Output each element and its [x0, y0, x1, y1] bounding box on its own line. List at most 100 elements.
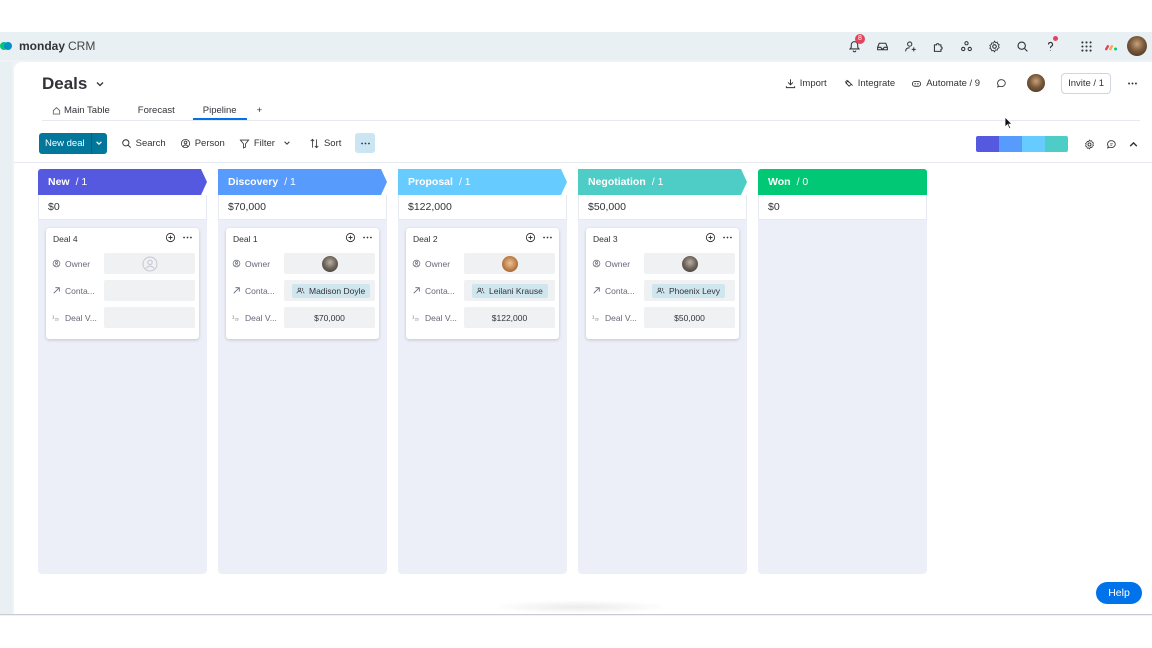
search-button[interactable]: Search — [121, 138, 166, 149]
contact-name: Madison Doyle — [309, 285, 366, 296]
deal-value-field[interactable]: $70,000 — [284, 307, 375, 328]
mouse-cursor-icon — [1004, 116, 1013, 130]
deal-card[interactable]: Deal 1 Owner Conta... Madison Doyle 1 23 Deal … — [226, 228, 379, 339]
board-toolbar: New deal Search Person Filter Sort — [39, 132, 376, 154]
card-header: Deal 3 — [586, 228, 739, 250]
board-more-button[interactable] — [1127, 78, 1142, 89]
owner-field[interactable] — [464, 253, 555, 274]
filter-button[interactable]: Filter — [239, 138, 295, 149]
sort-button[interactable]: Sort — [309, 138, 341, 149]
gear-icon — [988, 39, 1000, 53]
invite-button[interactable]: Invite / 1 — [1061, 72, 1111, 94]
new-deal-dropdown[interactable] — [90, 132, 107, 154]
deal-title[interactable]: Deal 1 — [233, 234, 258, 244]
ai-assistant-button[interactable] — [1100, 134, 1122, 154]
deal-title[interactable]: Deal 3 — [593, 234, 618, 244]
page-title[interactable]: Deals — [42, 74, 87, 94]
card-header: Deal 1 — [226, 228, 379, 250]
new-deal-button[interactable]: New deal — [39, 132, 107, 154]
more-horizontal-icon[interactable] — [182, 232, 193, 243]
owner-field[interactable] — [284, 253, 375, 274]
contact-chip[interactable]: Leilani Krause — [472, 283, 548, 298]
view-settings-button[interactable] — [1078, 134, 1100, 154]
deal-value-field[interactable]: $122,000 — [464, 307, 555, 328]
contact-chip[interactable]: Phoenix Levy — [652, 283, 726, 298]
column-count: / 1 — [651, 176, 664, 188]
app-switcher-button[interactable] — [1072, 32, 1100, 60]
chevron-down-icon[interactable] — [283, 139, 291, 147]
column-header[interactable]: Proposal / 1 — [398, 169, 567, 195]
column-body: Deal 2 Owner Conta... Leilani Krause 1 23 Deal… — [398, 220, 567, 574]
deal-title[interactable]: Deal 4 — [53, 234, 78, 244]
column-header[interactable]: Won / 0 — [758, 169, 927, 195]
invite-members-button[interactable] — [896, 32, 924, 60]
integrate-button[interactable]: Integrate — [843, 78, 895, 89]
owner-field[interactable] — [104, 253, 195, 274]
settings-button[interactable] — [980, 32, 1008, 60]
person-filter-button[interactable]: Person — [180, 138, 225, 149]
home-icon — [52, 107, 61, 115]
logo[interactable]: monday CRM — [0, 32, 95, 60]
tab-forecast[interactable]: Forecast — [128, 105, 185, 120]
notifications-button[interactable]: 8 — [840, 32, 868, 60]
column-header[interactable]: New / 1 — [38, 169, 207, 195]
more-horizontal-icon[interactable] — [722, 232, 733, 243]
owner-row: Owner — [406, 250, 559, 277]
automate-button[interactable]: Automate / 9 — [911, 78, 980, 89]
left-sidebar-collapsed[interactable] — [0, 62, 12, 614]
integrations-button[interactable] — [924, 32, 952, 60]
person-circle-icon — [180, 138, 190, 148]
user-avatar-button[interactable] — [1122, 32, 1152, 60]
arrow-up-right-icon — [233, 287, 240, 294]
deal-value-field[interactable]: $50,000 — [644, 307, 735, 328]
column-name: Discovery — [228, 176, 279, 188]
more-horizontal-icon[interactable] — [362, 232, 373, 243]
contacts-icon — [476, 287, 485, 294]
board-panel: Deals Import Integrate Automate / 9 Invi… — [14, 62, 1152, 614]
deal-card[interactable]: Deal 2 Owner Conta... Leilani Krause 1 23 Deal… — [406, 228, 559, 339]
person-circle-icon — [52, 259, 61, 268]
monday-apps-logo[interactable] — [1100, 32, 1122, 60]
add-update-icon[interactable] — [345, 232, 356, 243]
inbox-button[interactable] — [868, 32, 896, 60]
add-update-icon[interactable] — [525, 232, 536, 243]
column-header[interactable]: Discovery / 1 — [218, 169, 387, 195]
column-name: Won — [768, 176, 791, 188]
deal-value-row: 1 23 Deal V... — [46, 304, 199, 331]
header-actions: Import Integrate Automate / 9 Invite / 1 — [769, 72, 1142, 94]
deal-title[interactable]: Deal 2 — [413, 234, 438, 244]
column-header[interactable]: Negotiation / 1 — [578, 169, 747, 195]
global-search-button[interactable] — [1008, 32, 1036, 60]
puzzle-icon — [933, 42, 943, 52]
download-icon — [785, 78, 795, 88]
bottom-divider — [0, 614, 1152, 615]
board-owner-avatar[interactable] — [1027, 74, 1046, 92]
tab-main-table[interactable]: Main Table — [42, 105, 120, 120]
marketplace-button[interactable] — [952, 32, 980, 60]
card-actions — [339, 232, 373, 243]
updates-button[interactable] — [996, 78, 1011, 89]
owner-label: Owner — [232, 259, 284, 269]
add-update-icon[interactable] — [705, 232, 716, 243]
stage-color-bar[interactable] — [976, 136, 1068, 152]
deal-card[interactable]: Deal 4 Owner Conta... 1 23 Deal V... — [46, 228, 199, 339]
help-button[interactable]: Help — [1096, 582, 1142, 604]
numbers-icon: 1 23 — [232, 315, 239, 322]
deal-card[interactable]: Deal 3 Owner Conta... Phoenix Levy 1 23 Deal V… — [586, 228, 739, 339]
help-menu-button[interactable] — [1036, 32, 1064, 60]
more-horizontal-icon[interactable] — [542, 232, 553, 243]
owner-field[interactable] — [644, 253, 735, 274]
numbers-icon: 1 23 — [52, 315, 59, 322]
tab-pipeline[interactable]: Pipeline — [192, 105, 247, 120]
contact-field[interactable] — [104, 280, 195, 301]
add-update-icon[interactable] — [165, 232, 176, 243]
collapse-header-button[interactable] — [1122, 134, 1144, 154]
toolbar-more-button[interactable] — [355, 133, 376, 153]
add-view-button[interactable]: + — [247, 105, 273, 120]
import-button[interactable]: Import — [785, 78, 827, 89]
chevron-down-icon[interactable] — [95, 79, 105, 89]
sort-label: Sort — [323, 137, 342, 149]
contact-chip[interactable]: Madison Doyle — [292, 283, 371, 298]
column-name: Proposal — [408, 176, 453, 188]
deal-value-field[interactable] — [104, 307, 195, 328]
